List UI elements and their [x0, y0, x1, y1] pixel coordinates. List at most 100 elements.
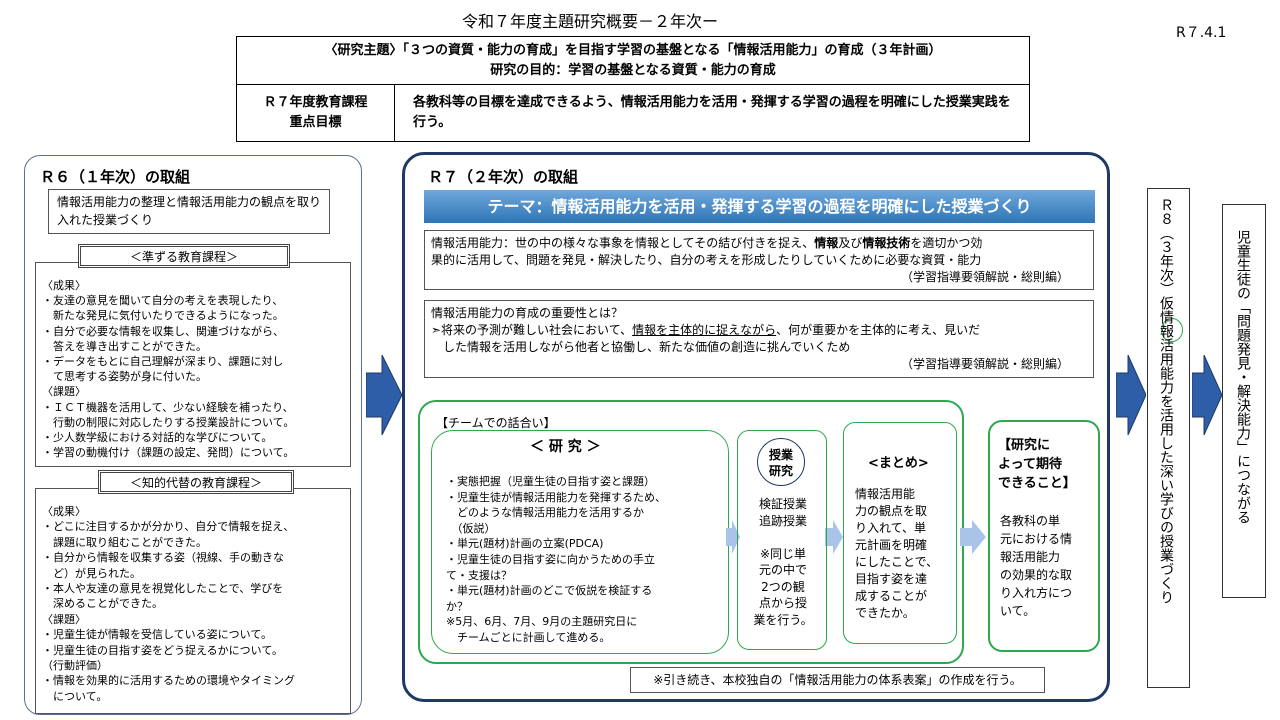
lesson-research-circle: 授業 研究	[757, 438, 805, 486]
research-theme-row: 〈研究主題〉「３つの資質・能力の育成」を目指す学習の基盤となる「情報活用能力」の…	[237, 37, 1029, 85]
list-item: ・学習の動機付け（課題の設定、発問）について。	[42, 446, 295, 460]
list-item: り入れて、単	[855, 521, 927, 535]
def-text: を適切かつ効	[910, 236, 983, 250]
list-item: 点から授	[758, 596, 807, 610]
list-item: 検証授業	[758, 497, 807, 511]
list-item: ・ＩＣＴ機器を活用して、少ない経験を補ったり、	[42, 400, 294, 414]
list-item: 課題に取り組むことができた。	[42, 535, 207, 549]
r7-title: Ｒ７（２年次）の取組	[428, 168, 579, 186]
list-item: 答えを導き出すことができた。	[42, 339, 207, 353]
lesson-title: 研究	[768, 464, 793, 478]
list-item: 成することが	[855, 589, 928, 603]
list-item: 行動の制限に対応したりする授業設計について。	[42, 415, 295, 429]
imp-title: 情報活用能力の育成の重要性とは？	[431, 306, 624, 320]
imp-text: ➣将来の予測が難しい社会において、	[431, 323, 633, 337]
list-item: ・少人数学級における対話的な学びについて。	[42, 431, 273, 445]
goal-label-line2: 重点目標	[289, 115, 342, 130]
final-goal-text: 児童生徒の「問題発見・解決能力」につながる	[1235, 230, 1251, 524]
arrow-right-icon	[1192, 355, 1222, 435]
list-item: 〈課題〉	[42, 612, 86, 626]
imp-source: （学習指導要領解説・総則編）	[900, 357, 1069, 371]
sec1-head: ＜準ずる教育課程＞	[78, 244, 290, 268]
r8-text: Ｒ８（３年次）仮情報活用能力を活用した深い学びの授業づくり	[1158, 198, 1174, 604]
def-text: 情報活用能力：世の中の様々な事象を情報としてその結び付きを捉え、	[431, 236, 815, 250]
list-item: ・児童生徒が情報を受信している姿について。	[42, 628, 273, 642]
r6-title: Ｒ６（１年次）の取組	[40, 168, 191, 186]
list-item: 追跡授業	[758, 513, 807, 528]
list-item: ・どこに注目するかが分かり、自分で情報を捉え、	[42, 520, 295, 534]
research-head: ＜ 研 究 ＞	[530, 439, 601, 455]
research-purpose: 研究の目的：学習の基盤となる資質・能力の育成	[490, 63, 776, 78]
list-item: 〈課題〉	[42, 385, 86, 399]
r7-theme-bar: テーマ：情報活用能力を活用・発揮する学習の過程を明確にした授業づくり	[424, 190, 1095, 223]
list-item	[745, 529, 821, 546]
research-theme: 〈研究主題〉「３つの資質・能力の育成」を目指す学習の基盤となる「情報活用能力」の…	[324, 43, 942, 58]
chevron-right-icon	[825, 520, 843, 554]
imp-text-line2: した情報を活用しながら他者と協働し、新たな価値の創造に挑んでいくため	[443, 340, 851, 354]
list-item: ・自分から情報を収集する姿（視線、手の動きな	[42, 551, 284, 565]
list-item: ・単元(題材)計画のどこで仮説を検証する	[446, 584, 653, 598]
expectation-head: 【研究によって期待できること】	[998, 436, 1094, 493]
list-item: の効果的な取	[1000, 568, 1073, 582]
list-item: 目指す姿を達	[855, 572, 928, 586]
importance-box: 情報活用能力の育成の重要性とは？ ➣将来の予測が難しい社会において、情報を主体的…	[424, 300, 1094, 378]
goal-text: 各教科等の目標を達成できるよう、情報活用能力を活用・発揮する学習の過程を明確にし…	[413, 95, 1011, 130]
sec2-lines: 〈成果〉 ・どこに注目するかが分かり、自分で情報を捉え、 課題に取り組むことができ…	[42, 504, 344, 704]
arrow-right-icon	[1116, 355, 1146, 435]
note-box: ※引き続き、本校独自の「情報活用能力の体系表案」の作成を行う。	[630, 667, 1045, 693]
list-item: ・データをもとに自己理解が深まり、課題に対し	[42, 355, 284, 369]
summary-head: <まとめ>	[868, 456, 929, 471]
expectation-head-line: できること】	[998, 476, 1076, 491]
lesson-title: 授業	[768, 448, 793, 462]
expectation-body: 各教科の単 元における情 報活用能力 の効果的な取 り入れ方につ いて。	[1000, 512, 1090, 620]
list-item: 深めることができた。	[42, 597, 163, 611]
list-item: 報活用能力	[1000, 550, 1061, 564]
list-item: か？	[446, 599, 468, 613]
list-item: ・児童生徒が情報活用能力を発揮するため、	[446, 490, 666, 504]
list-item: 元の中で	[758, 563, 807, 577]
list-item: チームごとに計画して進める。	[446, 630, 611, 644]
list-item: ※5月、6月、7月、9月の主題研究日に	[446, 615, 638, 629]
list-item: （行動評価）	[42, 659, 108, 673]
list-item: 元計画を明確	[855, 538, 928, 552]
list-item: ・児童生徒の目指す姿に向かうための手立	[446, 552, 655, 566]
sec2-box: 〈成果〉 ・どこに注目するかが分かり、自分で情報を捉え、 課題に取り組むことができ…	[35, 488, 351, 714]
expectation-head-line: よって期待	[998, 457, 1062, 472]
list-item: ど）が見られた。	[42, 566, 141, 580]
r6-summary: 情報活用能力の整理と情報活用能力の観点を取り入れた授業づくり	[48, 189, 330, 234]
lesson-body: 検証授業 追跡授業 ※同じ単 元の中で 2つの観 点から授 業を行う。	[745, 496, 821, 628]
sec1-lines: 〈成果〉 ・友達の意見を聞いて自分の考えを表現したり、 新たな発見に気付いたりでき…	[42, 278, 344, 460]
list-item: ・単元(題材)計画の立案(PDCA)	[446, 537, 604, 551]
list-item: （仮説）	[446, 521, 496, 535]
sec1-box: 〈成果〉 ・友達の意見を聞いて自分の考えを表現したり、 新たな発見に気付いたりでき…	[35, 262, 351, 467]
def-bold-info: 情報	[814, 236, 839, 250]
theme-table: 〈研究主題〉「３つの資質・能力の育成」を目指す学習の基盤となる「情報活用能力」の…	[236, 36, 1030, 142]
page-title: 令和７年度主題研究概要－２年次ー	[462, 12, 719, 31]
list-item: 〈成果〉	[42, 279, 86, 292]
list-item: いて。	[1000, 604, 1036, 618]
list-item: 力の観点を取	[855, 504, 928, 518]
list-item: ・児童生徒の目指す姿をどう捉えるかについて。	[42, 643, 284, 657]
goal-label-line1: Ｒ７年度教育課程	[263, 95, 368, 110]
imp-text: 、何が重要かを主体的に考え、見いだ	[776, 323, 981, 337]
list-item: 2つの観	[761, 579, 805, 594]
list-item: にしたことで、	[855, 555, 939, 569]
expectation-head-line: 【研究に	[998, 438, 1051, 453]
goal-label: Ｒ７年度教育課程 重点目標	[237, 85, 395, 141]
chevron-right-icon	[960, 520, 986, 554]
list-item: ・実態把握（児童生徒の目指す姿と課題）	[446, 475, 655, 488]
list-item: り入れ方につ	[1000, 586, 1073, 600]
list-item: ・本人や友達の意見を視覚化したことで、学びを	[42, 582, 284, 596]
list-item: ・情報を効果的に活用するための環境やタイミング	[42, 674, 295, 688]
def-source: （学習指導要領解説・総則編）	[900, 270, 1069, 284]
list-item: 各教科の単	[1000, 514, 1061, 528]
list-item: ※同じ単	[759, 546, 807, 561]
def-text-line2: 果的に活用して、問題を発見・解決したり、自分の考えを形成したりしていくために必要…	[431, 253, 982, 267]
def-bold-tech: 情報技術	[862, 236, 911, 250]
list-item: て・支援は？	[446, 568, 512, 582]
arrow-right-icon	[366, 355, 402, 435]
summary-body: 情報活用能 力の観点を取 り入れて、単 元計画を明確 にしたことで、 目指す姿を達 成するこ…	[855, 486, 947, 622]
list-item: て思考する姿勢が身に付いた。	[42, 370, 207, 384]
list-item: ・友達の意見を聞いて自分の考えを表現したり、	[42, 294, 284, 308]
list-item: できたか。	[855, 606, 915, 620]
